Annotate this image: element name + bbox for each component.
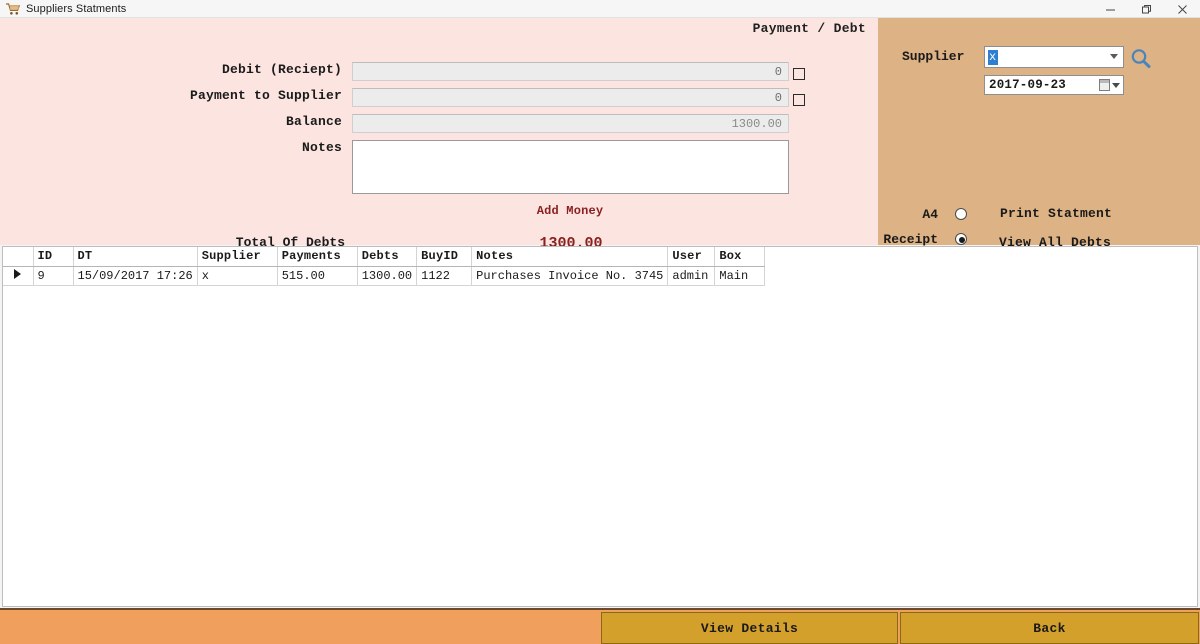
- cell-id[interactable]: 9: [33, 266, 74, 286]
- cell-dt[interactable]: 15/09/2017 17:26: [73, 266, 198, 286]
- payment-form-panel: Payment / Debt Debit (Reciept) Payment t…: [0, 18, 878, 252]
- chevron-down-icon: [1112, 82, 1120, 88]
- window-controls: [1092, 0, 1200, 18]
- page-title: Payment / Debt: [752, 21, 866, 36]
- payment-label: Payment to Supplier: [189, 88, 342, 103]
- cell-debts[interactable]: 1300.00: [357, 266, 418, 286]
- statements-table: ID DT Supplier Payments Debts BuyID Note…: [3, 247, 766, 286]
- restore-icon[interactable]: [1128, 0, 1164, 18]
- cart-icon: [5, 2, 21, 16]
- notes-textarea[interactable]: [352, 140, 789, 194]
- minimize-icon[interactable]: [1092, 0, 1128, 18]
- cell-notes[interactable]: Purchases Invoice No. 3745: [471, 266, 669, 286]
- row-header-corner: [3, 247, 34, 267]
- column-header-dt[interactable]: DT: [73, 247, 198, 267]
- column-header-box[interactable]: Box: [714, 247, 766, 267]
- calendar-dropdown[interactable]: [1099, 79, 1120, 91]
- payment-input[interactable]: [352, 88, 789, 107]
- cell-supplier[interactable]: x: [197, 266, 278, 286]
- balance-label: Balance: [285, 114, 342, 129]
- balance-input: [352, 114, 789, 133]
- debit-checkbox[interactable]: [793, 68, 805, 80]
- supplier-combobox[interactable]: x: [984, 46, 1124, 68]
- column-header-buyid[interactable]: BuyID: [416, 247, 473, 267]
- title-bar: Suppliers Statments: [0, 0, 1200, 18]
- column-header-notes[interactable]: Notes: [471, 247, 669, 267]
- app-window: Suppliers Statments Payment / Debt Debit…: [0, 0, 1200, 644]
- close-icon[interactable]: [1164, 0, 1200, 18]
- receipt-label: Receipt: [883, 232, 938, 247]
- notes-label: Notes: [301, 140, 342, 155]
- table-header-row: ID DT Supplier Payments Debts BuyID Note…: [3, 247, 766, 267]
- row-indicator: [3, 266, 34, 286]
- cell-payments[interactable]: 515.00: [277, 266, 358, 286]
- column-header-user[interactable]: User: [667, 247, 716, 267]
- footer-bar: View Details Back: [0, 608, 1200, 644]
- print-statement-button[interactable]: Print Statment: [1000, 206, 1112, 221]
- column-header-payments[interactable]: Payments: [277, 247, 358, 267]
- date-picker[interactable]: 2017-09-23: [984, 75, 1124, 95]
- supplier-selected-value: x: [988, 49, 999, 65]
- column-header-id[interactable]: ID: [33, 247, 74, 267]
- statements-grid[interactable]: ID DT Supplier Payments Debts BuyID Note…: [2, 246, 1198, 607]
- search-icon[interactable]: [1128, 46, 1154, 72]
- date-value: 2017-09-23: [989, 78, 1067, 92]
- receipt-radio[interactable]: [955, 233, 967, 245]
- cell-box[interactable]: Main: [714, 266, 766, 286]
- chevron-down-icon: [1110, 54, 1118, 59]
- supplier-label: Supplier: [902, 49, 965, 64]
- add-money-button[interactable]: Add Money: [523, 204, 617, 218]
- row-selector-arrow-icon: [14, 268, 22, 279]
- calendar-icon: [1099, 79, 1110, 91]
- table-row[interactable]: 9 15/09/2017 17:26 x 515.00 1300.00 1122…: [3, 266, 766, 286]
- column-header-supplier[interactable]: Supplier: [197, 247, 278, 267]
- a4-radio[interactable]: [955, 208, 967, 220]
- debit-label: Debit (Reciept): [221, 62, 342, 77]
- back-button[interactable]: Back: [900, 612, 1199, 644]
- cell-user[interactable]: admin: [667, 266, 716, 286]
- window-title: Suppliers Statments: [26, 2, 127, 15]
- view-details-button[interactable]: View Details: [601, 612, 898, 644]
- a4-label: A4: [922, 207, 938, 222]
- payment-checkbox[interactable]: [793, 94, 805, 106]
- debit-input[interactable]: [352, 62, 789, 81]
- column-header-debts[interactable]: Debts: [357, 247, 418, 267]
- cell-buyid[interactable]: 1122: [416, 266, 473, 286]
